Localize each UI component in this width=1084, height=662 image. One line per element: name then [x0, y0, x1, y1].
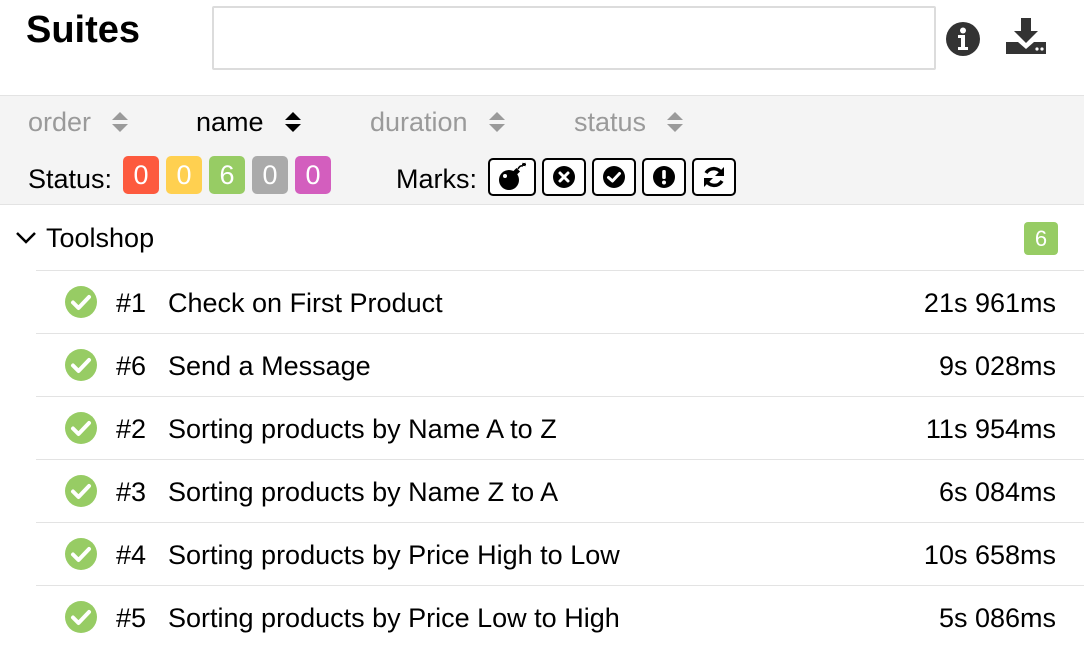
test-row[interactable]: #3 Sorting products by Name Z to A 6s 08… — [36, 459, 1084, 522]
test-number: #4 — [116, 540, 147, 570]
info-button[interactable] — [944, 20, 982, 58]
download-icon — [1006, 18, 1046, 54]
test-duration: 10s 658ms — [923, 540, 1056, 570]
test-duration: 5s 086ms — [938, 603, 1056, 633]
passed-status-icon — [65, 286, 97, 318]
passed-status-icon — [65, 601, 97, 633]
sort-icon — [284, 112, 301, 132]
marks-filter — [488, 158, 742, 196]
test-name: Sorting products by Price Low to High — [168, 603, 620, 633]
status-filter-unknown[interactable]: 0 — [295, 156, 331, 194]
status-filter-broken[interactable]: 0 — [166, 156, 202, 194]
test-number: #1 — [116, 288, 147, 318]
passed-status-icon — [65, 475, 97, 507]
bomb-icon — [499, 162, 526, 190]
info-circle-icon — [946, 22, 980, 56]
sort-by-order[interactable]: order — [28, 106, 129, 138]
sort-icon — [488, 112, 505, 132]
status-filter-passed[interactable]: 6 — [209, 156, 245, 194]
test-name: Sorting products by Price High to Low — [168, 540, 620, 570]
sort-icon — [112, 112, 129, 132]
status-filter-skipped[interactable]: 0 — [252, 156, 288, 194]
sort-label: name — [196, 107, 264, 137]
header: Suites — [0, 0, 1084, 95]
test-name: Sorting products by Name A to Z — [168, 414, 557, 444]
test-number: #5 — [116, 603, 147, 633]
test-name: Sorting products by Name Z to A — [168, 477, 559, 507]
test-number: #2 — [116, 414, 147, 444]
check-circle-icon — [603, 166, 625, 188]
chevron-down-icon — [16, 232, 36, 244]
test-row[interactable]: #2 Sorting products by Name A to Z 11s 9… — [36, 396, 1084, 459]
times-circle-icon — [553, 166, 575, 188]
test-name: Send a Message — [168, 351, 371, 381]
passed-status-icon — [65, 349, 97, 381]
suite-group-count-badge: 6 — [1024, 222, 1058, 255]
sort-label: duration — [370, 107, 468, 137]
test-row[interactable]: #6 Send a Message 9s 028ms — [36, 333, 1084, 396]
search-input[interactable] — [212, 6, 936, 70]
sort-label: status — [574, 107, 647, 137]
suite-group-toolshop[interactable]: Toolshop 6 — [0, 206, 1084, 270]
sort-icon — [667, 112, 684, 132]
test-row[interactable]: #5 Sorting products by Price Low to High… — [36, 585, 1084, 648]
marks-filter-label: Marks: — [396, 164, 477, 194]
sort-label: order — [28, 107, 92, 137]
exclamation-circle-icon — [653, 166, 675, 188]
refresh-icon — [704, 166, 724, 188]
page-title: Suites — [26, 9, 141, 51]
test-number: #3 — [116, 477, 147, 507]
test-duration: 21s 961ms — [923, 288, 1056, 318]
test-list: #1 Check on First Product 21s 961ms #6 S… — [36, 270, 1084, 648]
suite-group-name: Toolshop — [46, 223, 155, 253]
test-duration: 6s 084ms — [938, 477, 1056, 507]
status-filter-badges: 0 0 6 0 0 — [123, 156, 338, 194]
mark-retries-button[interactable] — [692, 158, 736, 196]
mark-new-broken-button[interactable] — [642, 158, 686, 196]
passed-status-icon — [65, 412, 97, 444]
status-filter-failed[interactable]: 0 — [123, 156, 159, 194]
mark-new-failed-button[interactable] — [542, 158, 586, 196]
sort-by-duration[interactable]: duration — [370, 106, 506, 138]
sort-by-name[interactable]: name — [196, 106, 302, 138]
test-duration: 9s 028ms — [938, 351, 1056, 381]
test-row[interactable]: #4 Sorting products by Price High to Low… — [36, 522, 1084, 585]
passed-status-icon — [65, 538, 97, 570]
mark-flaky-button[interactable] — [488, 158, 536, 196]
test-number: #6 — [116, 351, 147, 381]
sort-by-status[interactable]: status — [574, 106, 684, 138]
test-name: Check on First Product — [168, 288, 443, 318]
test-duration: 11s 954ms — [925, 414, 1056, 444]
test-row[interactable]: #1 Check on First Product 21s 961ms — [36, 270, 1084, 333]
mark-new-passed-button[interactable] — [592, 158, 636, 196]
status-filter-label: Status: — [28, 164, 113, 194]
download-button[interactable] — [1004, 16, 1048, 56]
